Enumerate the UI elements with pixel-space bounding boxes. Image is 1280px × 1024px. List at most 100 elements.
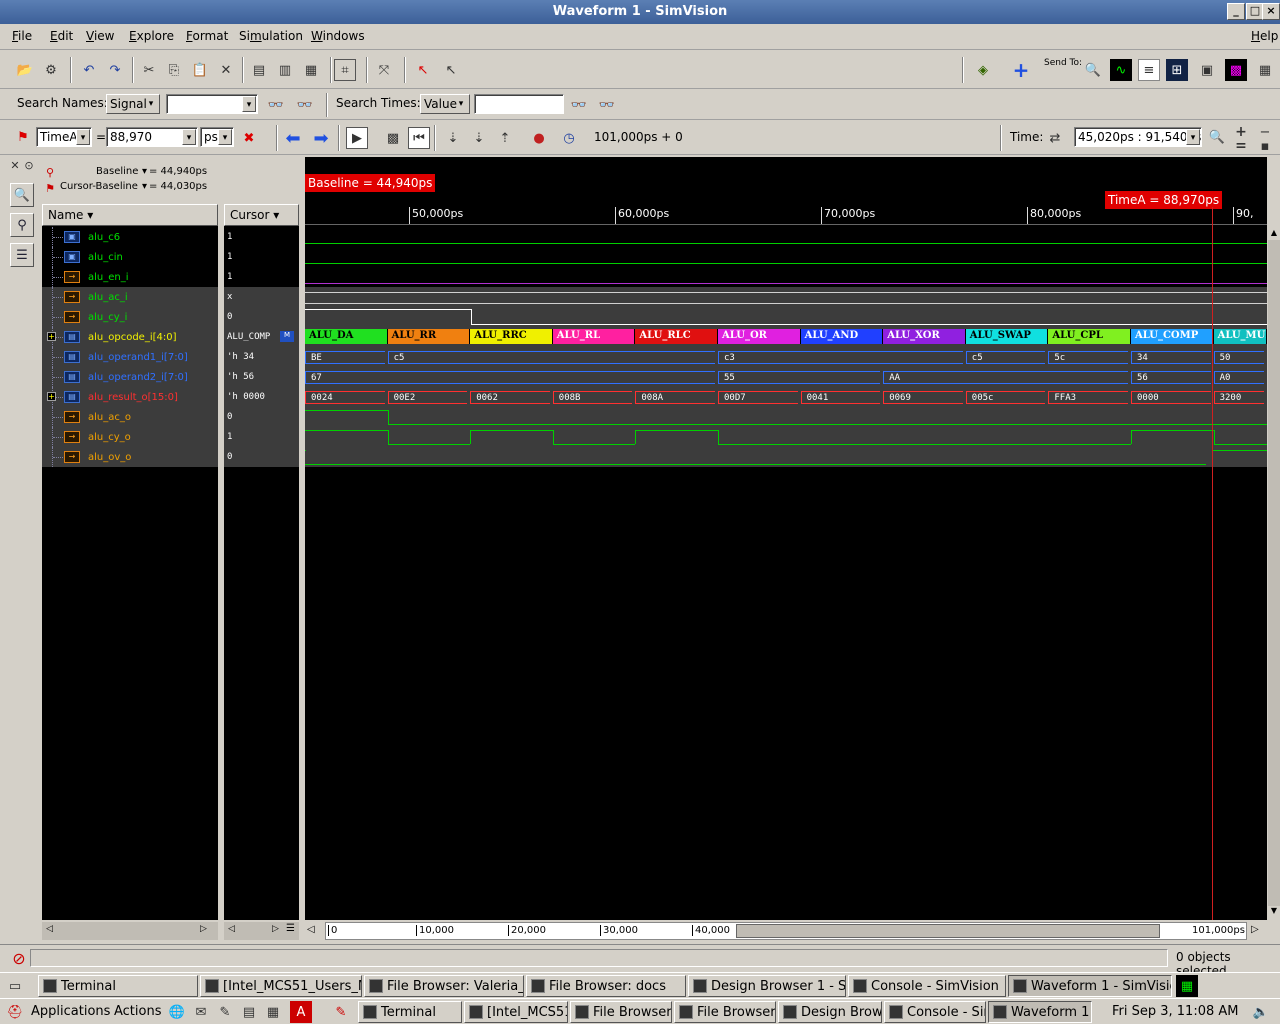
cursor-line[interactable] [1212,207,1213,920]
minimize-button[interactable]: _ [1227,3,1245,20]
signal-row[interactable]: ▤ alu_operand1_i[7:0] [42,347,218,367]
schematic-icon[interactable]: ⌗ [334,59,356,81]
design-search-icon[interactable]: ⚲ [10,213,34,237]
wave-row[interactable] [305,247,1267,267]
wave-row[interactable] [305,447,1267,467]
opcode-segment[interactable]: ALU_RLC [635,329,718,344]
menu-view[interactable]: View [86,29,114,43]
step-over-icon[interactable]: ⇣ [468,127,490,149]
bus-value[interactable]: 008A [635,391,715,404]
search-times-type[interactable]: Value ▾ [420,94,470,114]
cursor-value-row[interactable]: 0 [224,447,299,467]
opcode-segment[interactable]: ALU_XOR [883,329,966,344]
overview-track[interactable]: 0 10,000 20,000 30,000 40,000 101,000ps [325,922,1247,940]
search-times-input[interactable] [474,94,564,114]
bus-value[interactable]: 50 [1213,351,1264,364]
send-memory-icon[interactable]: ▩ [1225,59,1247,81]
email-icon[interactable]: ✉ [190,1001,212,1023]
cursor-scroll-right-icon[interactable]: ▷ [272,924,279,934]
bus-value[interactable]: 0041 [800,391,881,404]
bus-value[interactable]: AA [883,371,1128,384]
step-out-icon[interactable]: ⇡ [494,127,516,149]
close-button[interactable]: × [1262,3,1280,20]
find-signal-icon[interactable]: 🔍 [10,183,34,207]
opcode-segment[interactable]: ALU_DA [305,329,388,344]
browser-icon[interactable]: 🌐 [166,1001,188,1023]
mnemonic-icon[interactable]: M [280,331,294,342]
overview-right-icon[interactable]: ▷ [1251,924,1259,935]
signal-row[interactable]: → alu_ac_i [42,287,218,307]
send-schematic-icon[interactable]: ⊞ [1166,59,1188,81]
taskbar-item[interactable]: Waveform 1 - [988,1001,1092,1023]
zoom-fit-icon[interactable]: ▪ [1254,135,1276,157]
taskbar-item[interactable]: File Browser: [674,1001,776,1023]
signal-row[interactable]: → alu_en_i [42,267,218,287]
plugin-icon[interactable]: ◈ [972,59,994,81]
opcode-segment[interactable]: ALU_MUL [1213,329,1267,344]
cursor-delete-icon[interactable]: ✖ [238,127,260,149]
undo-icon[interactable]: ↶ [78,59,100,81]
signal-row[interactable]: ▤ alu_operand2_i[7:0] [42,367,218,387]
cursor-tag[interactable]: TimeA = 88,970ps [1105,191,1223,209]
cursor-value-row[interactable]: 'h 34 [224,347,299,367]
bus-value[interactable]: c5 [387,351,715,364]
send-register-icon[interactable]: ▣ [1196,59,1218,81]
taskbar-item[interactable]: Console - Sin [884,1001,986,1023]
bus-value[interactable]: c3 [718,351,963,364]
baseline-arrow[interactable]: ▾ [142,166,147,177]
create-group-icon[interactable]: ▤ [248,59,270,81]
scroll-up-icon[interactable]: ▲ [1268,228,1280,240]
trace-icon[interactable]: ⤧ [373,59,395,81]
volume-icon[interactable]: 🔈 [1250,1001,1272,1023]
taskbar-item[interactable]: Waveform 1 - SimVisio [1008,975,1172,997]
wave-row[interactable] [305,287,1267,307]
vertical-scrollbar[interactable]: ▲ ▼ [1268,228,1280,918]
expand-toggle-icon[interactable]: + [47,332,56,341]
wave-row[interactable] [305,267,1267,287]
bus-value[interactable]: 3200 [1213,391,1264,404]
select-cursor-icon[interactable]: ↖ [412,59,434,81]
opcode-segment[interactable]: ALU_SWAP [965,329,1049,344]
opcode-segment[interactable]: ALU_RL [552,329,636,344]
wave-row[interactable]: BE c5 c3 c5 5c 34 50 [305,347,1267,367]
menu-simulation[interactable]: Simulation [239,29,303,43]
taskbar-item[interactable]: Design Brows [778,1001,882,1023]
rewind-icon[interactable]: ⏮ [408,127,430,149]
calc-icon[interactable]: ▦ [262,1001,284,1023]
signal-row[interactable]: ▣ alu_cin [42,247,218,267]
scroll-left-icon[interactable]: ◁ [46,924,60,938]
bus-value[interactable]: 008B [552,391,633,404]
pane-options-icon[interactable]: ⊙ [22,157,36,173]
next-edge-icon[interactable]: ➡ [310,127,332,149]
menu-explore[interactable]: Explore [129,29,174,43]
bus-value[interactable]: 0062 [470,391,550,404]
baseline-label[interactable]: Baseline [96,166,138,177]
taskbar-item[interactable]: File Browser: [570,1001,672,1023]
value-format-icon[interactable]: ☰ [286,923,295,934]
bus-value[interactable]: 56 [1131,371,1211,384]
stop-icon[interactable]: ● [528,127,550,149]
opcode-segment[interactable]: ALU_OR [718,329,801,344]
taskbar-item[interactable]: Design Browser 1 - Sim [688,975,846,997]
overview-left-icon[interactable]: ◁ [307,924,315,935]
signal-row[interactable]: + ▤ alu_result_o[15:0] [42,387,218,407]
add-icon[interactable]: + [1010,58,1032,82]
cursor-baseline-label[interactable]: Cursor-Baseline [60,181,138,192]
menu-format[interactable]: Format [186,29,228,43]
cursor-value-row[interactable]: 1 [224,267,299,287]
pdf-icon[interactable]: A [290,1001,312,1023]
previous-edge-icon[interactable]: ⬅ [282,127,304,149]
close-pane-icon[interactable]: ✕ [8,157,22,173]
applications-menu[interactable]: Applications [31,1004,110,1019]
cut-icon[interactable]: ✂ [138,59,160,81]
wave-row[interactable] [305,227,1267,247]
bus-value[interactable]: 005c [965,391,1046,404]
wave-row[interactable] [305,307,1267,327]
time-unit-select[interactable]: ps ▾ [200,127,234,147]
opcode-segment[interactable]: ALU_RR [387,329,471,344]
menu-file[interactable]: File [12,29,32,43]
opcode-segment[interactable]: ALU_CPL [1048,329,1131,344]
search-names-type[interactable]: Signal ▾ [106,94,160,114]
wave-row[interactable]: 67 55 AA 56 A0 [305,367,1267,387]
copy-icon[interactable]: ⎘ [163,59,185,81]
